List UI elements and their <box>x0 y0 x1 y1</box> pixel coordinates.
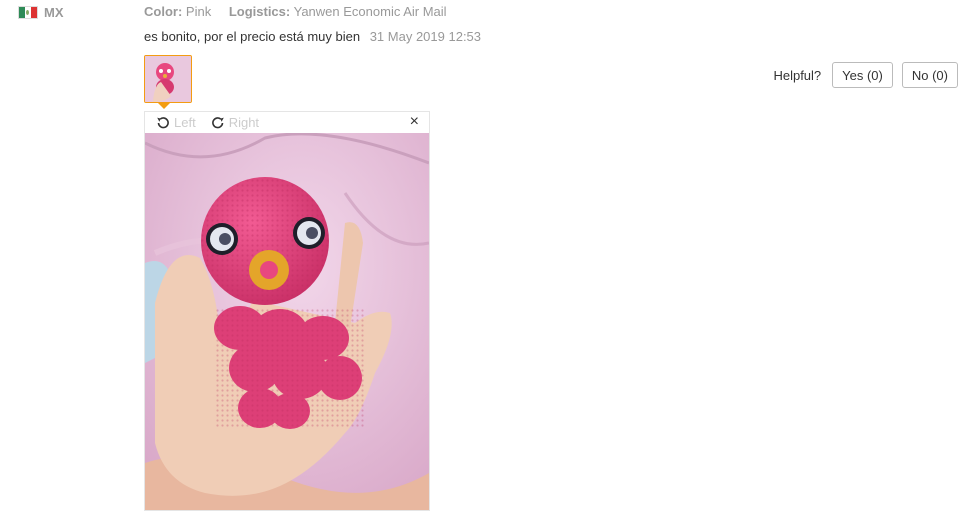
rotate-right-label: Right <box>228 115 260 130</box>
helpful-yes-button[interactable]: Yes (0) <box>832 62 893 88</box>
rotate-right-button[interactable]: Right <box>210 115 259 131</box>
mexico-flag-icon <box>18 6 38 19</box>
rotate-right-icon <box>211 116 224 128</box>
rotate-left-button[interactable]: Left <box>155 115 196 131</box>
color-label: Color: <box>144 4 183 19</box>
review-comment: es bonito, por el precio está muy bien 3… <box>144 29 481 44</box>
logistics-value: Yanwen Economic Air Mail <box>293 4 447 19</box>
viewer-toolbar: Left Right × <box>145 112 429 133</box>
helpful-label: Helpful? <box>773 67 822 83</box>
review-photo-large <box>145 133 429 510</box>
rotate-left-label: Left <box>174 115 196 130</box>
photo-viewer: Left Right × <box>144 111 430 511</box>
crochet-octopus-photo <box>145 133 429 510</box>
thumbnail-image <box>145 56 191 102</box>
rotate-left-icon <box>157 116 169 128</box>
review-attributes: Color: Pink Logistics: Yanwen Economic A… <box>144 4 461 19</box>
helpful-vote: Helpful? Yes (0) No (0) <box>773 62 958 88</box>
thumbnail-pointer <box>158 103 170 109</box>
review-date: 31 May 2019 12:53 <box>369 29 482 44</box>
comment-text: es bonito, por el precio está muy bien <box>144 29 361 44</box>
logistics-label: Logistics: <box>228 4 291 19</box>
color-value: Pink <box>185 4 212 19</box>
country-code: MX <box>44 5 64 20</box>
review-photo-thumbnail[interactable] <box>144 55 192 103</box>
helpful-no-button[interactable]: No (0) <box>901 62 958 88</box>
close-icon[interactable]: × <box>410 114 419 130</box>
reviewer-country: MX <box>18 5 64 20</box>
